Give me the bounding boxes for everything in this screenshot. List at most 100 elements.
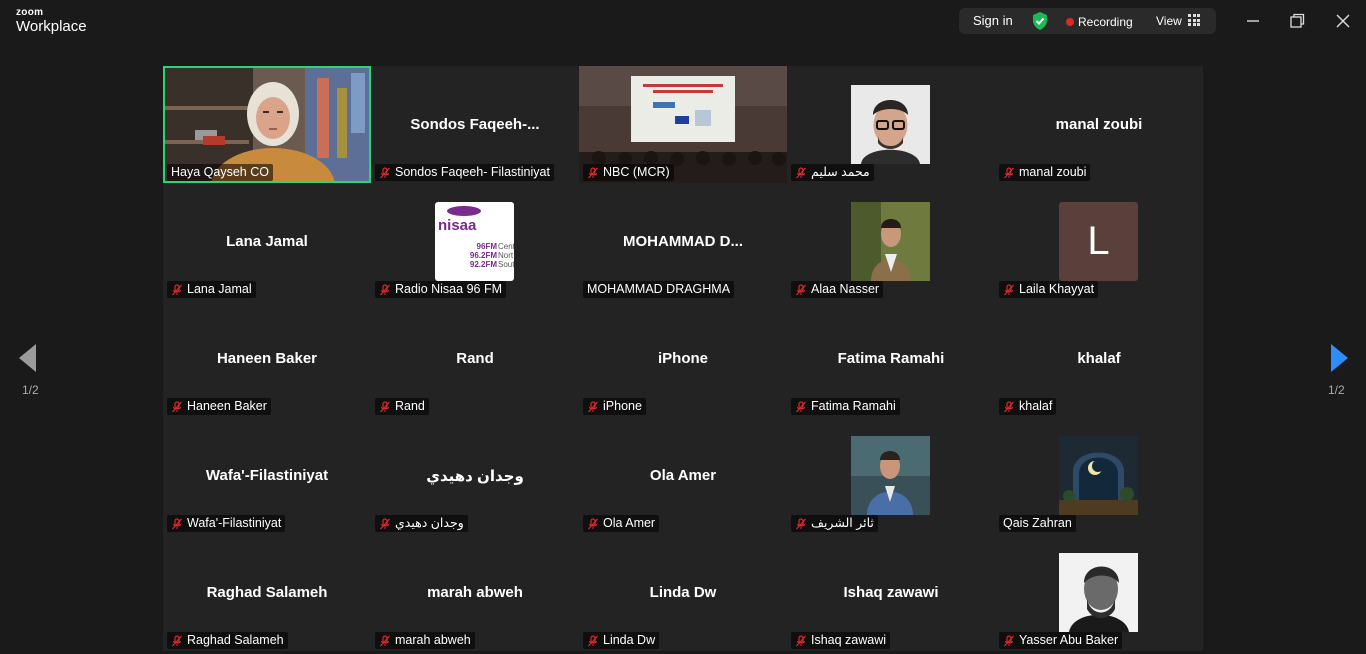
muted-mic-icon xyxy=(380,517,390,529)
participant-label-text: manal zoubi xyxy=(1019,165,1087,179)
participant-label-text: Linda Dw xyxy=(603,633,656,647)
next-page-indicator: 1/2 xyxy=(1328,383,1345,397)
logo-region-3: Sout xyxy=(498,260,514,269)
participant-tile[interactable]: ثائر الشريف xyxy=(787,417,995,534)
participant-label-text: Sondos Faqeeh- Filastiniyat xyxy=(395,165,550,179)
muted-mic-icon xyxy=(796,517,806,529)
muted-mic-icon xyxy=(796,400,806,412)
muted-mic-icon xyxy=(380,634,390,646)
participant-tile[interactable]: khalaf khalaf xyxy=(995,300,1203,417)
participant-tile[interactable]: Haya Qayseh CO xyxy=(163,66,371,183)
muted-mic-icon xyxy=(796,166,806,178)
muted-mic-icon xyxy=(588,400,598,412)
participant-name: manal zoubi xyxy=(1055,116,1143,133)
participant-label-text: ثائر الشريف xyxy=(811,516,874,530)
participant-label: Lana Jamal xyxy=(167,281,256,298)
participant-label: Raghad Salameh xyxy=(167,632,288,649)
muted-mic-icon xyxy=(796,283,806,295)
minimize-icon[interactable] xyxy=(1242,10,1264,32)
participant-avatar xyxy=(1059,553,1138,632)
participant-label: ثائر الشريف xyxy=(791,515,878,532)
muted-mic-icon xyxy=(172,517,182,529)
grid-view-icon[interactable] xyxy=(1188,14,1200,26)
sign-in-button[interactable]: Sign in xyxy=(973,13,1013,28)
participant-label-text: Wafa'-Filastiniyat xyxy=(187,516,282,530)
muted-mic-icon xyxy=(588,517,598,529)
recording-indicator[interactable]: Recording xyxy=(1078,15,1133,29)
participant-avatar xyxy=(851,85,930,164)
participant-tile[interactable]: Linda Dw Linda Dw xyxy=(579,534,787,651)
previous-page-arrow-icon[interactable] xyxy=(18,343,38,373)
participant-name: marah abweh xyxy=(427,584,523,601)
participant-name: Haneen Baker xyxy=(216,350,318,367)
participant-tile[interactable]: Lana Jamal Lana Jamal xyxy=(163,183,371,300)
participant-tile[interactable]: marah abweh marah abweh xyxy=(371,534,579,651)
participant-label-text: Haneen Baker xyxy=(187,399,267,413)
participant-name: Ishaq zawawi xyxy=(843,584,939,601)
participant-tile[interactable]: Wafa'-Filastiniyat Wafa'-Filastiniyat xyxy=(163,417,371,534)
logo-freq-3: 92.2FM xyxy=(469,260,497,269)
participant-label-text: Fatima Ramahi xyxy=(811,399,896,413)
participant-tile[interactable]: NBC (MCR) xyxy=(579,66,787,183)
participant-label-text: Rand xyxy=(395,399,425,413)
participant-tile[interactable]: nisaa 96FM 96.2FM 92.2FM Cent Nort Sout Radio N… xyxy=(371,183,579,300)
participant-label: Rand xyxy=(375,398,429,415)
participant-name: Wafa'-Filastiniyat xyxy=(205,467,329,484)
participant-label: marah abweh xyxy=(375,632,475,649)
participant-tile[interactable]: Rand Rand xyxy=(371,300,579,417)
participant-name: Linda Dw xyxy=(649,584,717,601)
participant-name: Lana Jamal xyxy=(226,233,308,250)
participant-label: Alaa Nasser xyxy=(791,281,884,298)
participant-name: Rand xyxy=(456,350,494,367)
participant-label-text: NBC (MCR) xyxy=(603,165,670,179)
zoom-logo: zoom Workplace xyxy=(16,8,87,35)
participant-tile[interactable]: Sondos Faqeeh-... Sondos Faqeeh- Filastin… xyxy=(371,66,579,183)
participant-name: Sondos Faqeeh-... xyxy=(410,116,540,133)
muted-mic-icon xyxy=(172,400,182,412)
muted-mic-icon xyxy=(796,634,806,646)
participant-tile[interactable]: وجدان دهيدي وجدان دهيدي xyxy=(371,417,579,534)
participant-label-text: Alaa Nasser xyxy=(811,282,880,296)
next-page-arrow-icon[interactable] xyxy=(1329,343,1349,373)
encryption-shield-icon[interactable] xyxy=(1031,11,1049,31)
participant-tile[interactable]: iPhone iPhone xyxy=(579,300,787,417)
muted-mic-icon xyxy=(1004,634,1014,646)
participant-avatar xyxy=(851,436,930,515)
participant-label-text: Haya Qayseh CO xyxy=(171,165,269,179)
participant-tile[interactable]: MOHAMMAD D... MOHAMMAD DRAGHMA xyxy=(579,183,787,300)
participant-name: iPhone xyxy=(657,350,708,367)
participant-tile[interactable]: Raghad Salameh Raghad Salameh xyxy=(163,534,371,651)
participant-tile[interactable]: Qais Zahran xyxy=(995,417,1203,534)
participant-tile[interactable]: L Laila Khayyat xyxy=(995,183,1203,300)
participant-tile[interactable]: Yasser Abu Baker xyxy=(995,534,1203,651)
participant-name: Raghad Salameh xyxy=(206,584,328,601)
participant-label: وجدان دهيدي xyxy=(375,515,468,532)
participant-label: Haneen Baker xyxy=(167,398,271,415)
participant-tile[interactable]: Haneen Baker Haneen Baker xyxy=(163,300,371,417)
participant-label: Ola Amer xyxy=(583,515,660,532)
participant-label-text: khalaf xyxy=(1019,399,1053,413)
participant-label-text: Qais Zahran xyxy=(1003,516,1072,530)
view-button[interactable]: View xyxy=(1156,14,1182,28)
participant-name: MOHAMMAD D... xyxy=(623,233,743,250)
participant-tile[interactable]: Fatima Ramahi Fatima Ramahi xyxy=(787,300,995,417)
participant-tile[interactable]: Ola Amer Ola Amer xyxy=(579,417,787,534)
participant-tile[interactable]: محمد سليم xyxy=(787,66,995,183)
participant-label: Wafa'-Filastiniyat xyxy=(167,515,286,532)
participant-label: MOHAMMAD DRAGHMA xyxy=(583,281,735,298)
participant-tile[interactable]: Alaa Nasser xyxy=(787,183,995,300)
participant-label: Qais Zahran xyxy=(999,515,1076,532)
muted-mic-icon xyxy=(1004,166,1014,178)
close-icon[interactable] xyxy=(1332,10,1354,32)
participant-tile[interactable]: manal zoubi manal zoubi xyxy=(995,66,1203,183)
participant-label-text: Yasser Abu Baker xyxy=(1019,633,1119,647)
participant-name: khalaf xyxy=(1077,350,1121,367)
participant-label: محمد سليم xyxy=(791,164,874,181)
restore-icon[interactable] xyxy=(1286,10,1308,32)
participant-label-text: Ola Amer xyxy=(603,516,656,530)
participant-label: Ishaq zawawi xyxy=(791,632,891,649)
muted-mic-icon xyxy=(172,634,182,646)
participant-label: NBC (MCR) xyxy=(583,164,674,181)
participant-tile[interactable]: Ishaq zawawi Ishaq zawawi xyxy=(787,534,995,651)
participant-label: manal zoubi xyxy=(999,164,1091,181)
